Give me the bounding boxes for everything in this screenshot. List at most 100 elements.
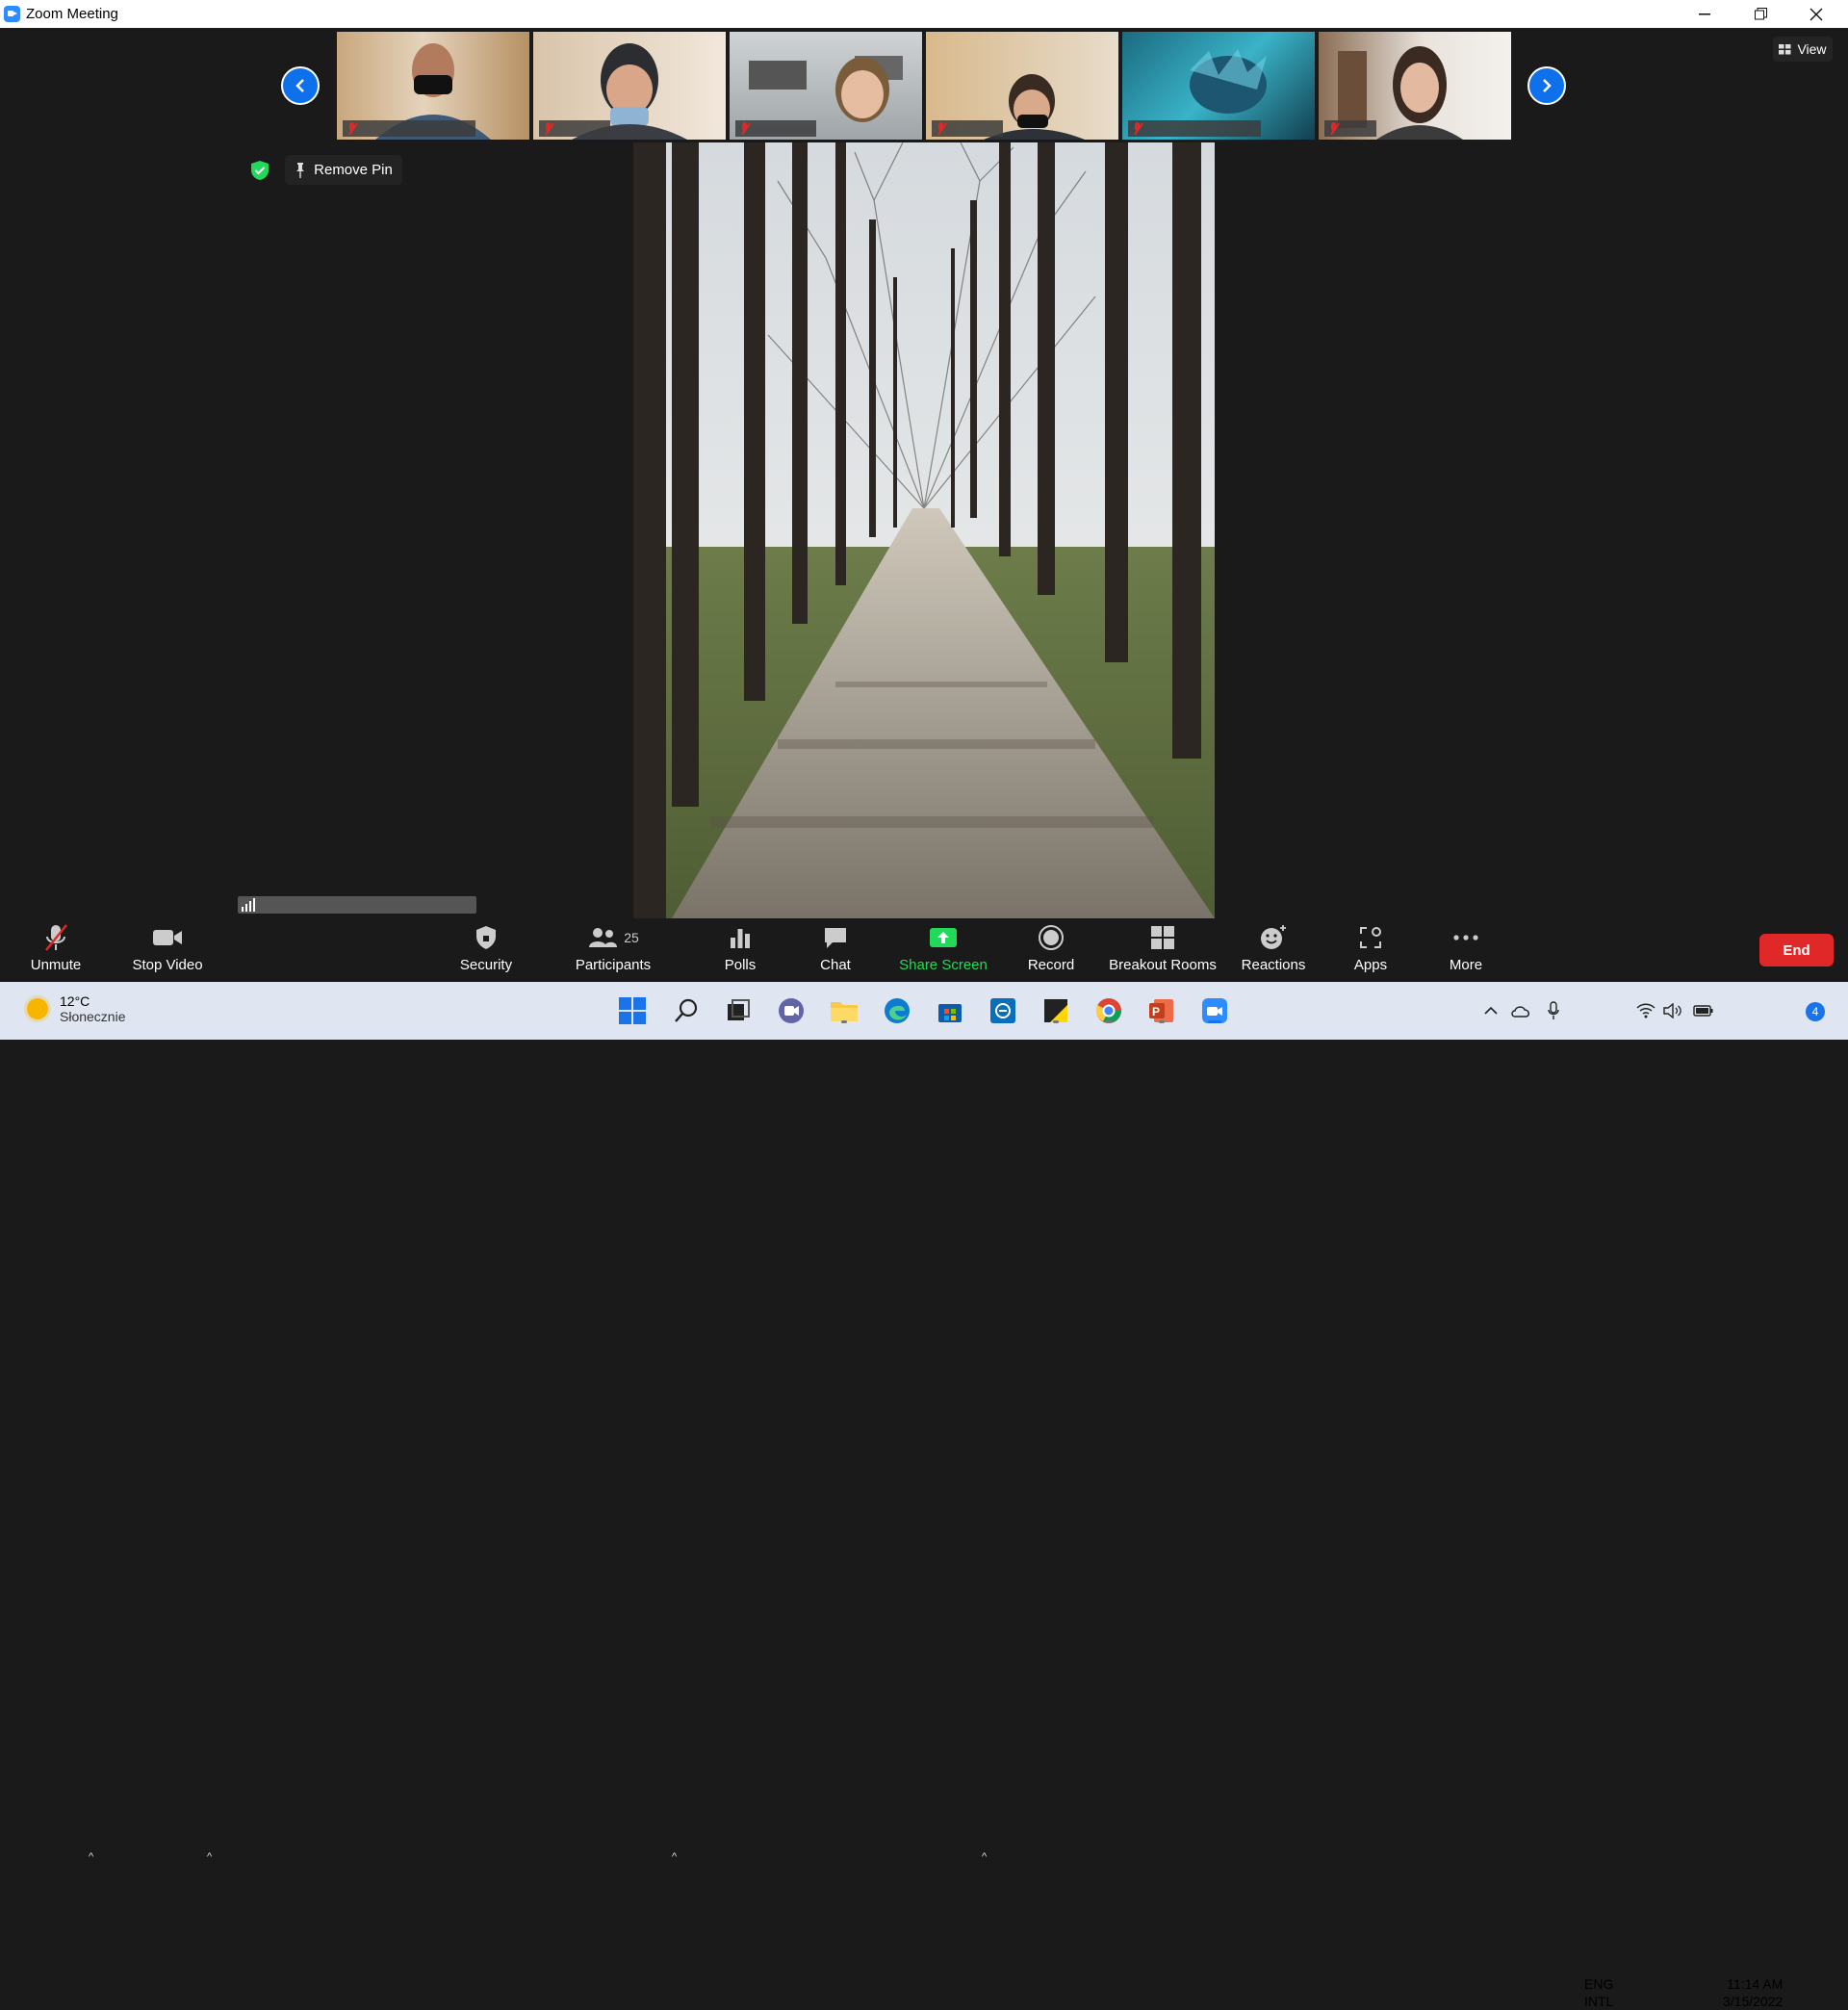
participant-video-tile[interactable] [533, 32, 726, 140]
more-button[interactable]: More [1442, 918, 1490, 982]
minimize-icon [1699, 13, 1710, 14]
chrome-browser-button[interactable] [1093, 995, 1124, 1026]
participant-nameplate [343, 120, 475, 137]
reactions-button[interactable]: Reactions [1236, 918, 1311, 982]
pin-icon [296, 162, 305, 178]
breakout-rooms-icon [1151, 926, 1174, 949]
chevron-up-icon [1484, 1006, 1498, 1015]
participants-button[interactable]: 25 Participants [568, 918, 658, 982]
chevron-left-icon [295, 79, 304, 92]
end-meeting-button[interactable]: End [1759, 934, 1834, 966]
muted-mic-icon [739, 121, 751, 136]
title-bar: Zoom Meeting [0, 0, 1848, 28]
remote-desktop-button[interactable] [988, 995, 1018, 1026]
clock[interactable]: 11:14 AM 3/15/2022 [1723, 1975, 1783, 2010]
view-button[interactable]: View [1773, 37, 1833, 62]
participants-count: 25 [624, 930, 639, 945]
teams-chat-button[interactable] [776, 995, 807, 1026]
volume-button[interactable] [1657, 995, 1688, 1026]
participant-nameplate [735, 120, 816, 137]
stop-video-button[interactable]: Stop Video [127, 918, 208, 982]
participant-nameplate [1128, 120, 1261, 137]
restore-button[interactable] [1732, 0, 1788, 28]
chat-button[interactable]: Chat [808, 918, 862, 982]
wifi-icon [1636, 1003, 1656, 1018]
next-page-button[interactable] [1527, 66, 1566, 105]
breakout-rooms-label: Breakout Rooms [1109, 957, 1217, 973]
chat-label: Chat [820, 957, 851, 973]
input-language-indicator[interactable]: ENG INTL [1584, 1975, 1613, 2010]
record-icon [1039, 925, 1064, 950]
audio-level-meter [238, 896, 476, 914]
start-button[interactable] [617, 995, 648, 1026]
zoom-taskbar-button[interactable] [1199, 995, 1230, 1026]
security-button[interactable]: Security [452, 918, 520, 982]
participant-video-tile[interactable] [1319, 32, 1511, 140]
record-label: Record [1027, 957, 1075, 973]
unmute-label: Unmute [30, 957, 82, 973]
previous-page-button[interactable] [281, 66, 320, 105]
pinned-video[interactable] [633, 142, 1215, 918]
apps-label: Apps [1353, 957, 1388, 973]
powerpoint-button[interactable]: P [1146, 995, 1177, 1026]
share-screen-button[interactable]: Share Screen [897, 918, 989, 982]
reactions-smiley-icon [1261, 925, 1286, 949]
speaker-icon [1663, 1003, 1681, 1018]
weather-widget[interactable]: 12°C Słonecznie [27, 993, 126, 1024]
keyboard-layout: INTL [1584, 1994, 1614, 2009]
more-label: More [1449, 957, 1483, 973]
share-options-caret[interactable]: ^ [982, 1851, 987, 1863]
grid-view-icon [1779, 43, 1791, 54]
stop-video-label: Stop Video [132, 957, 203, 973]
participant-video-tile[interactable] [337, 32, 529, 140]
notification-count-badge[interactable]: 4 [1806, 1002, 1825, 1021]
chat-bubble-icon [825, 928, 846, 948]
chevron-right-icon [1543, 79, 1552, 92]
polls-button[interactable]: Polls [712, 918, 768, 982]
more-ellipsis-icon [1453, 935, 1478, 941]
zoom-app-icon [4, 6, 20, 22]
microphone-tray-button[interactable] [1538, 995, 1569, 1026]
minimize-button[interactable] [1677, 0, 1732, 28]
microsoft-store-button[interactable] [935, 995, 965, 1026]
svg-text:P: P [1152, 1005, 1160, 1018]
forest-path-video-frame [633, 142, 1215, 918]
view-label: View [1797, 41, 1827, 57]
file-explorer-button[interactable] [829, 995, 860, 1026]
battery-button[interactable] [1688, 995, 1719, 1026]
apps-button[interactable]: Apps [1346, 918, 1396, 982]
audio-options-caret[interactable]: ^ [89, 1851, 93, 1863]
clock-time: 11:14 AM [1727, 1976, 1784, 1992]
remove-pin-label: Remove Pin [314, 162, 393, 178]
participants-options-caret[interactable]: ^ [672, 1851, 677, 1863]
sunny-weather-icon [27, 998, 48, 1019]
task-view-button[interactable] [723, 995, 754, 1026]
restore-icon [1754, 8, 1767, 20]
share-screen-label: Share Screen [899, 957, 988, 973]
remove-pin-button[interactable]: Remove Pin [285, 155, 402, 185]
participant-video-tile[interactable] [730, 32, 922, 140]
encryption-shield-icon[interactable] [249, 160, 270, 181]
store-icon [938, 1004, 962, 1022]
search-button[interactable] [671, 995, 702, 1026]
participant-video-tile[interactable] [1122, 32, 1315, 140]
record-button[interactable]: Record [1020, 918, 1082, 982]
unmute-button[interactable]: Unmute [17, 918, 94, 982]
participant-nameplate [932, 120, 1003, 137]
muted-mic-icon [936, 121, 947, 136]
show-hidden-icons-button[interactable] [1476, 995, 1506, 1026]
onedrive-button[interactable] [1505, 995, 1536, 1026]
video-options-caret[interactable]: ^ [207, 1851, 212, 1863]
sticky-notes-button[interactable] [1040, 995, 1071, 1026]
video-camera-icon [153, 930, 182, 945]
participants-label: Participants [575, 957, 652, 973]
breakout-rooms-button[interactable]: Breakout Rooms [1105, 918, 1220, 982]
microphone-icon [1548, 1001, 1559, 1019]
participant-video-tile[interactable] [926, 32, 1118, 140]
close-button[interactable] [1788, 0, 1844, 28]
close-icon [1810, 8, 1823, 20]
edge-browser-button[interactable] [882, 995, 912, 1026]
reactions-label: Reactions [1241, 957, 1306, 973]
participant-nameplate [1324, 120, 1376, 137]
share-screen-icon [930, 928, 957, 947]
